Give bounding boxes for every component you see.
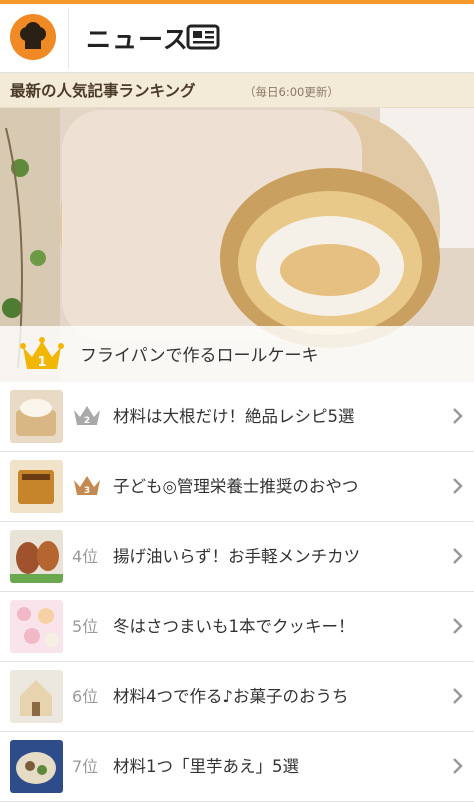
list-item[interactable]: 4位 揚げ油いらず！お手軽メンチカツ	[0, 522, 474, 592]
list-item[interactable]: 3 子ども◎管理栄養士推奨のおやつ	[0, 452, 474, 522]
thumbnail	[10, 390, 63, 443]
thumbnail	[10, 460, 63, 513]
chevron-right-icon	[452, 477, 464, 499]
thumbnail	[10, 670, 63, 723]
rank-label: 7位	[72, 757, 99, 776]
newspaper-icon	[186, 24, 220, 54]
page-title: ニュース	[86, 25, 189, 54]
article-title: 材料は大根だけ！絶品レシピ5選	[113, 407, 355, 426]
gold-crown-icon: 1	[20, 335, 64, 377]
header-divider	[68, 8, 69, 68]
list-item[interactable]: 5位 冬はさつまいも1本でクッキー！	[0, 592, 474, 662]
silver-crown-icon: 2	[72, 402, 102, 432]
update-note: （毎日6:00更新）	[244, 85, 339, 99]
thumbnail	[10, 600, 63, 653]
chevron-right-icon	[452, 687, 464, 709]
featured-rank: 1	[37, 355, 46, 370]
thumbnail	[10, 530, 63, 583]
rank-label: 5位	[72, 617, 99, 636]
chevron-right-icon	[452, 407, 464, 429]
chevron-right-icon	[452, 547, 464, 569]
chevron-right-icon	[452, 757, 464, 779]
featured-caption[interactable]: 1 フライパンで作るロールケーキ	[0, 326, 474, 382]
article-title: 材料4つで作る♪お菓子のおうち	[113, 687, 349, 706]
list-item[interactable]: 7位 材料1つ「里芋あえ」5選	[0, 732, 474, 802]
ranking-title: 最新の人気記事ランキング	[10, 82, 196, 100]
thumbnail	[10, 740, 63, 793]
list-item[interactable]: 2 材料は大根だけ！絶品レシピ5選	[0, 382, 474, 452]
rank-label: 4位	[72, 547, 99, 566]
chevron-right-icon	[452, 617, 464, 639]
app-header: ニュース	[0, 4, 474, 73]
article-title: 材料1つ「里芋あえ」5選	[113, 757, 299, 776]
article-title: 子ども◎管理栄養士推奨のおやつ	[113, 477, 359, 496]
ranking-header: 最新の人気記事ランキング （毎日6:00更新）	[0, 73, 474, 108]
article-title: 揚げ油いらず！お手軽メンチカツ	[113, 547, 361, 566]
featured-title: フライパンで作るロールケーキ	[80, 346, 319, 366]
svg-text:2: 2	[84, 416, 90, 426]
svg-text:3: 3	[84, 486, 90, 496]
list-item[interactable]: 6位 材料4つで作る♪お菓子のおうち	[0, 662, 474, 732]
bronze-crown-icon: 3	[72, 472, 102, 502]
chef-hat-logo-icon[interactable]	[10, 14, 56, 60]
article-title: 冬はさつまいも1本でクッキー！	[113, 617, 355, 636]
rank-label: 6位	[72, 687, 99, 706]
